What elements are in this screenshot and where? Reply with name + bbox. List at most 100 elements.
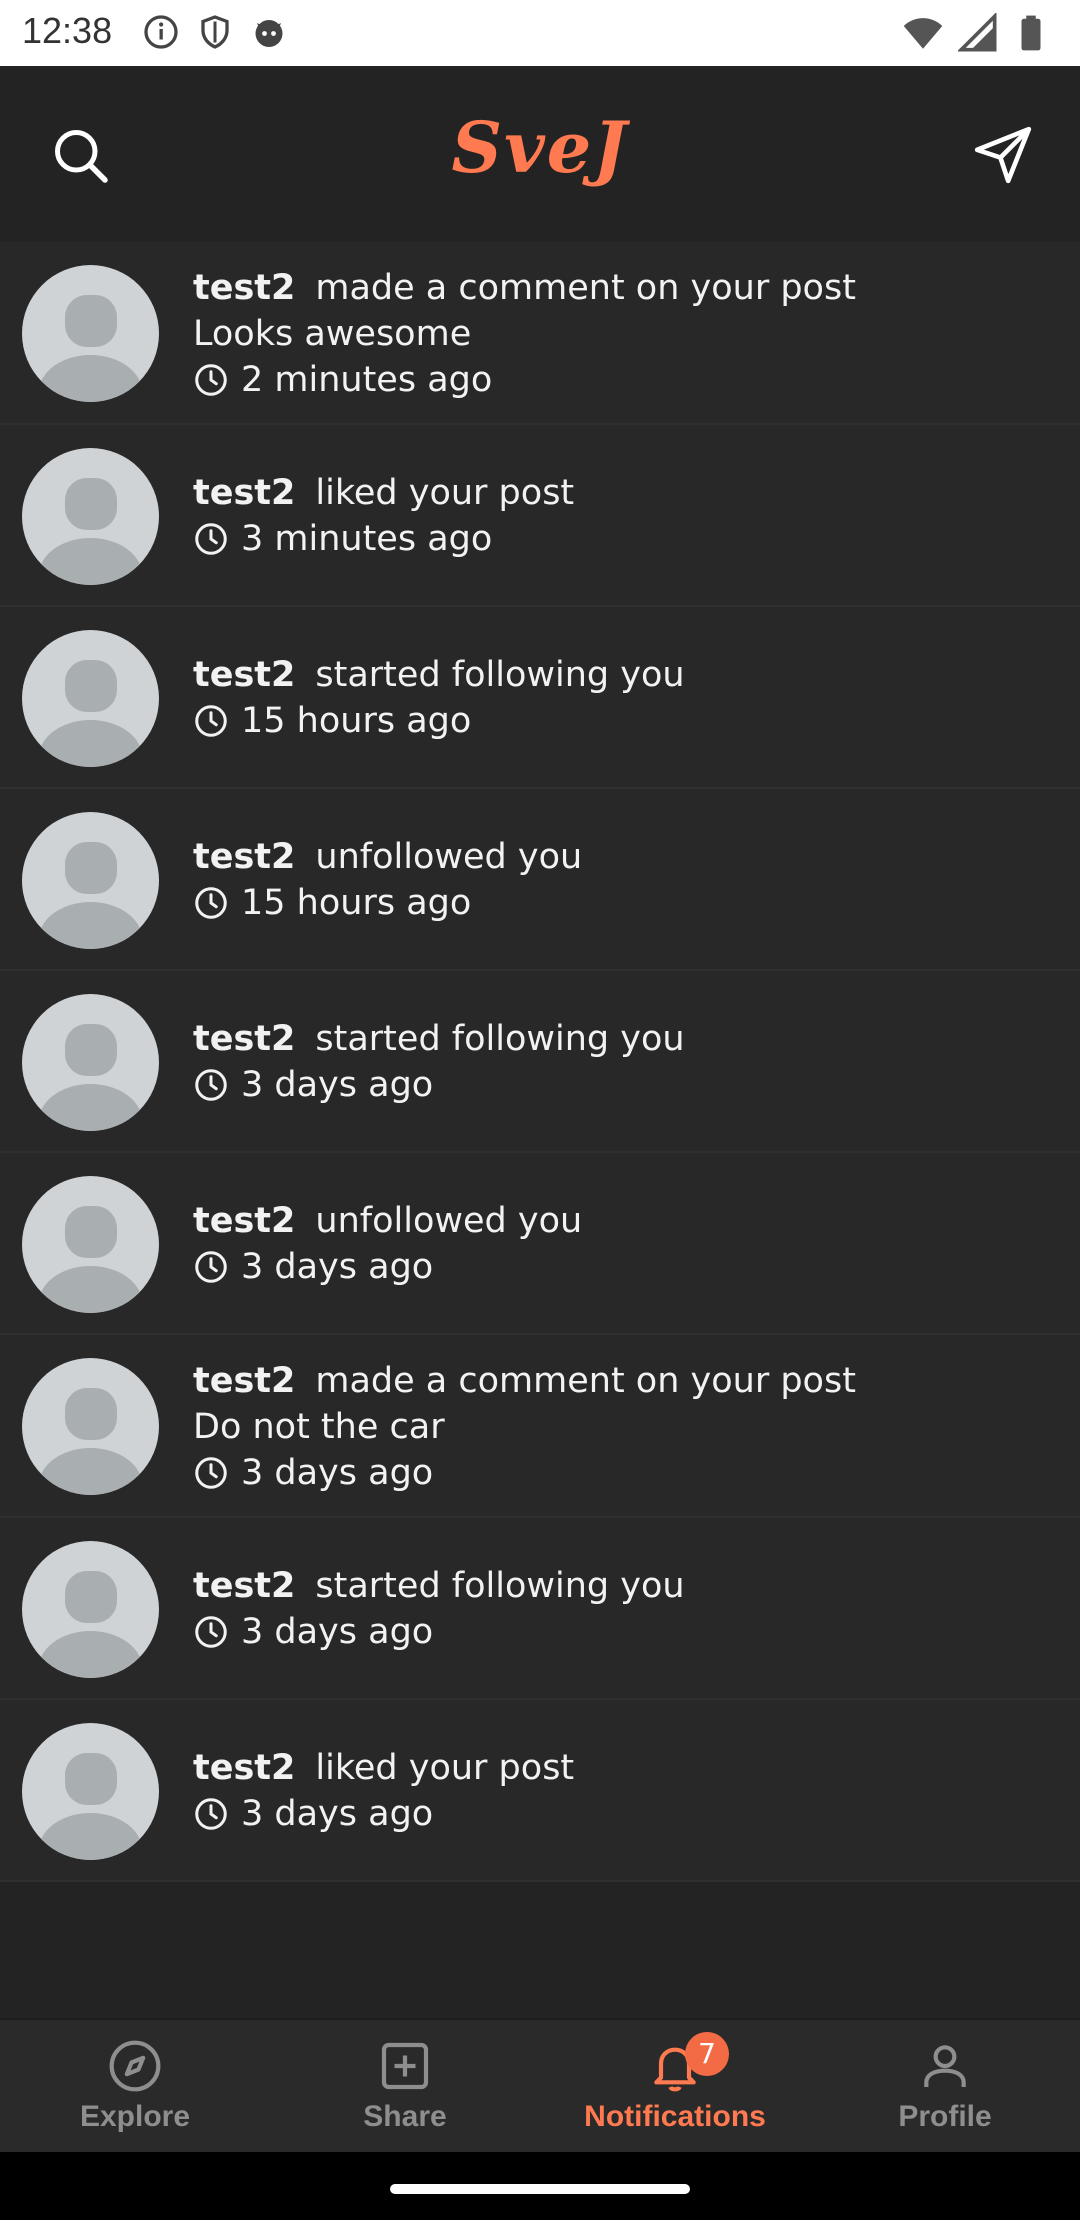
notification-text: test2 started following you 3 days ago — [193, 1016, 1050, 1108]
username-link[interactable]: test2 — [193, 837, 295, 877]
timestamp: 3 days ago — [193, 1062, 1050, 1108]
username-link[interactable]: test2 — [193, 473, 295, 513]
shield-icon — [201, 15, 229, 49]
nav-item-notifications[interactable]: Notifications 7 — [540, 2020, 810, 2154]
battery-icon — [1021, 15, 1041, 51]
timestamp-text: 3 minutes ago — [241, 519, 493, 559]
notification-count-badge: 7 — [685, 2032, 729, 2076]
notification-text: test2 liked your post 3 days ago — [193, 1745, 1050, 1837]
timestamp: 15 hours ago — [193, 698, 1050, 744]
notification-headline: test2 liked your post — [193, 470, 1050, 516]
home-indicator[interactable] — [390, 2184, 690, 2194]
default-avatar-icon — [38, 1206, 143, 1313]
nav-label: Profile — [898, 2100, 992, 2133]
nav-item-share[interactable]: Share — [270, 2020, 540, 2154]
avatar[interactable] — [22, 1723, 159, 1860]
clock-icon — [195, 887, 227, 919]
nav-item-profile[interactable]: Profile — [810, 2020, 1080, 2154]
notification-text: test2 unfollowed you 3 days ago — [193, 1198, 1050, 1290]
info-icon — [144, 15, 178, 49]
clock-icon — [195, 1616, 227, 1648]
plus-square-icon — [381, 2042, 429, 2090]
bottom-nav: Explore Share Notifications 7 Profile — [0, 2018, 1080, 2154]
username-link[interactable]: test2 — [193, 268, 295, 308]
notification-text: test2 liked your post 3 minutes ago — [193, 470, 1050, 562]
notification-item[interactable]: test2 started following you 15 hours ago — [0, 607, 1080, 789]
nav-label: Explore — [79, 2100, 191, 2133]
clock-icon — [195, 1251, 227, 1283]
username-link[interactable]: test2 — [193, 1201, 295, 1241]
user-icon — [924, 2045, 966, 2087]
avatar[interactable] — [22, 1358, 159, 1495]
notification-headline: test2 made a comment on your post — [193, 265, 1050, 311]
timestamp-text: 3 days ago — [241, 1453, 434, 1493]
timestamp-text: 2 minutes ago — [241, 360, 493, 400]
comment-text: Do not the car — [193, 1407, 445, 1447]
notification-action: started following you — [315, 1566, 685, 1606]
status-icons-right — [902, 12, 1050, 54]
clock-icon — [195, 364, 227, 396]
notification-item[interactable]: test2 liked your post 3 minutes ago — [0, 425, 1080, 607]
avatar[interactable] — [22, 1176, 159, 1313]
timestamp: 15 hours ago — [193, 880, 1050, 926]
default-avatar-icon — [38, 1388, 143, 1495]
username-link[interactable]: test2 — [193, 1748, 295, 1788]
default-avatar-icon — [38, 478, 143, 585]
notification-action: liked your post — [315, 1748, 575, 1788]
clock-icon — [195, 1457, 227, 1489]
clock-icon — [195, 1798, 227, 1830]
username-link[interactable]: test2 — [193, 1361, 295, 1401]
comment-text: Looks awesome — [193, 314, 472, 354]
username-link[interactable]: test2 — [193, 1019, 295, 1059]
notification-action: made a comment on your post — [315, 1361, 856, 1401]
timestamp: 3 days ago — [193, 1609, 1050, 1655]
avatar[interactable] — [22, 448, 159, 585]
timestamp-text: 15 hours ago — [241, 701, 472, 741]
avatar[interactable] — [22, 1541, 159, 1678]
notification-headline: test2 started following you — [193, 1016, 1050, 1062]
compass-icon — [109, 2040, 161, 2092]
timestamp: 3 days ago — [193, 1450, 1050, 1496]
timestamp: 3 minutes ago — [193, 516, 1050, 562]
timestamp-text: 3 days ago — [241, 1612, 434, 1652]
default-avatar-icon — [38, 1024, 143, 1131]
timestamp-text: 3 days ago — [241, 1247, 434, 1287]
notification-headline: test2 unfollowed you — [193, 834, 1050, 880]
notification-action: unfollowed you — [315, 1201, 583, 1241]
status-time: 12:38 — [22, 10, 113, 51]
notification-item[interactable]: test2 unfollowed you 15 hours ago — [0, 789, 1080, 971]
notification-item[interactable]: test2 made a comment on your post Looks aw… — [0, 242, 1080, 425]
username-link[interactable]: test2 — [193, 1566, 295, 1606]
notification-headline: test2 made a comment on your post — [193, 1358, 1050, 1404]
default-avatar-icon — [38, 842, 143, 949]
notification-action: made a comment on your post — [315, 268, 856, 308]
notification-action: started following you — [315, 1019, 685, 1059]
timestamp-text: 3 days ago — [241, 1065, 434, 1105]
avatar[interactable] — [22, 994, 159, 1131]
default-avatar-icon — [38, 1571, 143, 1678]
notification-item[interactable]: test2 unfollowed you 3 days ago — [0, 1153, 1080, 1335]
notification-item[interactable]: test2 made a comment on your post Do not t… — [0, 1335, 1080, 1518]
notification-headline: test2 started following you — [193, 1563, 1050, 1609]
notification-item[interactable]: test2 liked your post 3 days ago — [0, 1700, 1080, 1882]
notification-item[interactable]: test2 started following you 3 days ago — [0, 1518, 1080, 1700]
notification-text: test2 unfollowed you 15 hours ago — [193, 834, 1050, 926]
cat-face-icon — [255, 20, 283, 47]
status-icons-left — [143, 14, 287, 50]
timestamp: 3 days ago — [193, 1791, 1050, 1837]
notification-action: unfollowed you — [315, 837, 583, 877]
wifi-icon — [903, 18, 943, 49]
avatar[interactable] — [22, 265, 159, 402]
send-button[interactable] — [968, 120, 1038, 190]
clock-icon — [195, 523, 227, 555]
avatar[interactable] — [22, 630, 159, 767]
avatar[interactable] — [22, 812, 159, 949]
notification-item[interactable]: test2 started following you 3 days ago — [0, 971, 1080, 1153]
notification-headline: test2 unfollowed you — [193, 1198, 1050, 1244]
default-avatar-icon — [38, 660, 143, 767]
nav-item-explore[interactable]: Explore — [0, 2020, 270, 2154]
username-link[interactable]: test2 — [193, 655, 295, 695]
app-logo: SveJ — [451, 106, 629, 189]
notification-list: test2 made a comment on your post Looks aw… — [0, 242, 1080, 1882]
clock-icon — [195, 1069, 227, 1101]
